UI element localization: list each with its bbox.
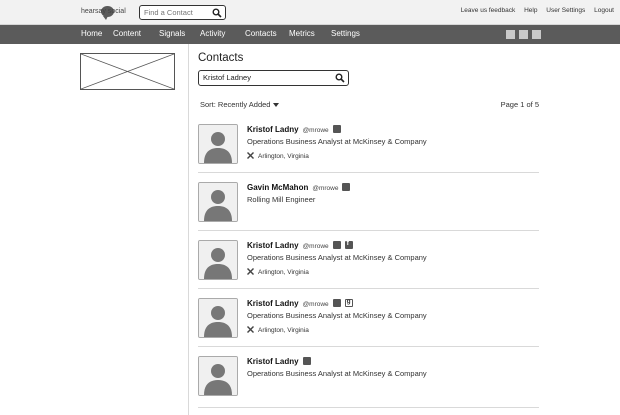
contact-title: Operations Business Analyst at McKinsey … [247, 369, 427, 378]
find-contact-input[interactable] [144, 7, 210, 18]
view-toggle-1-icon[interactable] [506, 30, 515, 39]
contact-name[interactable]: Gavin McMahon [247, 183, 308, 192]
help-link[interactable]: Help [524, 7, 537, 14]
sort-label: Sort: Recently Added [200, 100, 271, 109]
feedback-link[interactable]: Leave us feedback [461, 7, 516, 14]
contact-name-line: Kristof Ladny @mrowe [247, 125, 341, 134]
page-title: Contacts [198, 52, 244, 64]
view-toggle-2-icon[interactable] [519, 30, 528, 39]
avatar[interactable] [198, 182, 238, 222]
user-settings-link[interactable]: User Settings [546, 7, 585, 14]
facebook-icon[interactable] [344, 240, 353, 250]
contact-location-text: Arlington, Virginia [258, 327, 309, 335]
contact-title: Operations Business Analyst at McKinsey … [247, 311, 427, 320]
contact-row[interactable]: Gavin McMahon @mrowe Rolling Mill Enginee… [198, 182, 539, 231]
contact-search-input[interactable] [203, 72, 331, 83]
contact-name-line: Kristof Ladny @mrowe [247, 298, 353, 308]
hearsay-logo[interactable]: hearsay social [81, 4, 129, 20]
location-icon [247, 152, 254, 159]
nav-activity[interactable]: Activity [200, 29, 225, 38]
avatar[interactable] [198, 240, 238, 280]
top-bar: hearsay social Leave us feedback Help Us… [0, 0, 620, 25]
chevron-down-icon [273, 103, 280, 108]
contact-title: Operations Business Analyst at McKinsey … [247, 253, 427, 262]
main-nav: Home Content Signals Activity Contacts M… [0, 25, 620, 44]
contact-location: Arlington, Virginia [247, 268, 309, 277]
person-silhouette-icon [199, 183, 237, 221]
row-divider [198, 288, 539, 289]
person-silhouette-icon [199, 125, 237, 163]
contact-handle[interactable]: @mrowe [303, 127, 329, 134]
row-divider [198, 172, 539, 173]
person-silhouette-icon [199, 299, 237, 337]
contact-name-line: Kristof Ladny @mrowe [247, 240, 353, 250]
twitter-icon[interactable] [332, 125, 341, 134]
contact-row[interactable]: Kristof Ladny @mrowe Operations Business … [198, 240, 539, 289]
google-plus-icon[interactable] [344, 298, 353, 308]
contact-location-text: Arlington, Virginia [258, 153, 309, 161]
row-divider [198, 407, 539, 408]
search-icon[interactable] [212, 8, 222, 18]
search-icon[interactable] [335, 73, 345, 83]
contact-handle[interactable]: @mrowe [303, 243, 329, 250]
contact-location: Arlington, Virginia [247, 326, 309, 335]
avatar[interactable] [198, 298, 238, 338]
contact-title: Operations Business Analyst at McKinsey … [247, 137, 427, 146]
contact-row[interactable]: Kristof Ladny Operations Business Analys… [198, 356, 539, 408]
column-divider [188, 44, 189, 415]
avatar[interactable] [198, 356, 238, 396]
nav-contacts[interactable]: Contacts [245, 29, 277, 38]
nav-settings[interactable]: Settings [331, 29, 360, 38]
contact-name[interactable]: Kristof Ladny [247, 357, 299, 366]
nav-metrics[interactable]: Metrics [289, 29, 315, 38]
contact-name-line: Gavin McMahon @mrowe [247, 183, 351, 192]
contact-location: Arlington, Virginia [247, 152, 309, 161]
row-divider [198, 346, 539, 347]
twitter-icon[interactable] [342, 183, 351, 192]
logout-link[interactable]: Logout [594, 7, 614, 14]
nav-content[interactable]: Content [113, 29, 141, 38]
person-silhouette-icon [199, 357, 237, 395]
contact-name[interactable]: Kristof Ladny [247, 299, 299, 308]
contact-name-line: Kristof Ladny [247, 357, 311, 366]
contact-handle[interactable]: @mrowe [312, 185, 338, 192]
twitter-icon[interactable] [302, 357, 311, 366]
view-toggle-3-icon[interactable] [532, 30, 541, 39]
sort-dropdown[interactable]: Sort: Recently Added [200, 100, 280, 109]
location-icon [247, 268, 254, 275]
row-divider [198, 230, 539, 231]
contact-name[interactable]: Kristof Ladny [247, 125, 299, 134]
logo-text: hearsay social [81, 8, 126, 15]
placeholder-cross-icon [80, 53, 175, 90]
contact-title: Rolling Mill Engineer [247, 195, 316, 204]
contact-handle[interactable]: @mrowe [303, 301, 329, 308]
contact-row[interactable]: Kristof Ladny @mrowe Operations Business … [198, 298, 539, 347]
contact-row[interactable]: Kristof Ladny @mrowe Operations Business … [198, 124, 539, 173]
nav-signals[interactable]: Signals [159, 29, 185, 38]
nav-home[interactable]: Home [81, 29, 102, 38]
top-links: Leave us feedback Help User Settings Log… [454, 7, 614, 14]
contact-location-text: Arlington, Virginia [258, 269, 309, 277]
twitter-icon[interactable] [332, 241, 341, 250]
contact-search[interactable] [198, 70, 349, 86]
find-contact-search[interactable] [139, 5, 226, 20]
avatar[interactable] [198, 124, 238, 164]
contact-name[interactable]: Kristof Ladny [247, 241, 299, 250]
pagination: Page 1 of 5 [500, 100, 539, 109]
person-silhouette-icon [199, 241, 237, 279]
image-placeholder [80, 53, 175, 90]
location-icon [247, 326, 254, 333]
twitter-icon[interactable] [332, 299, 341, 308]
